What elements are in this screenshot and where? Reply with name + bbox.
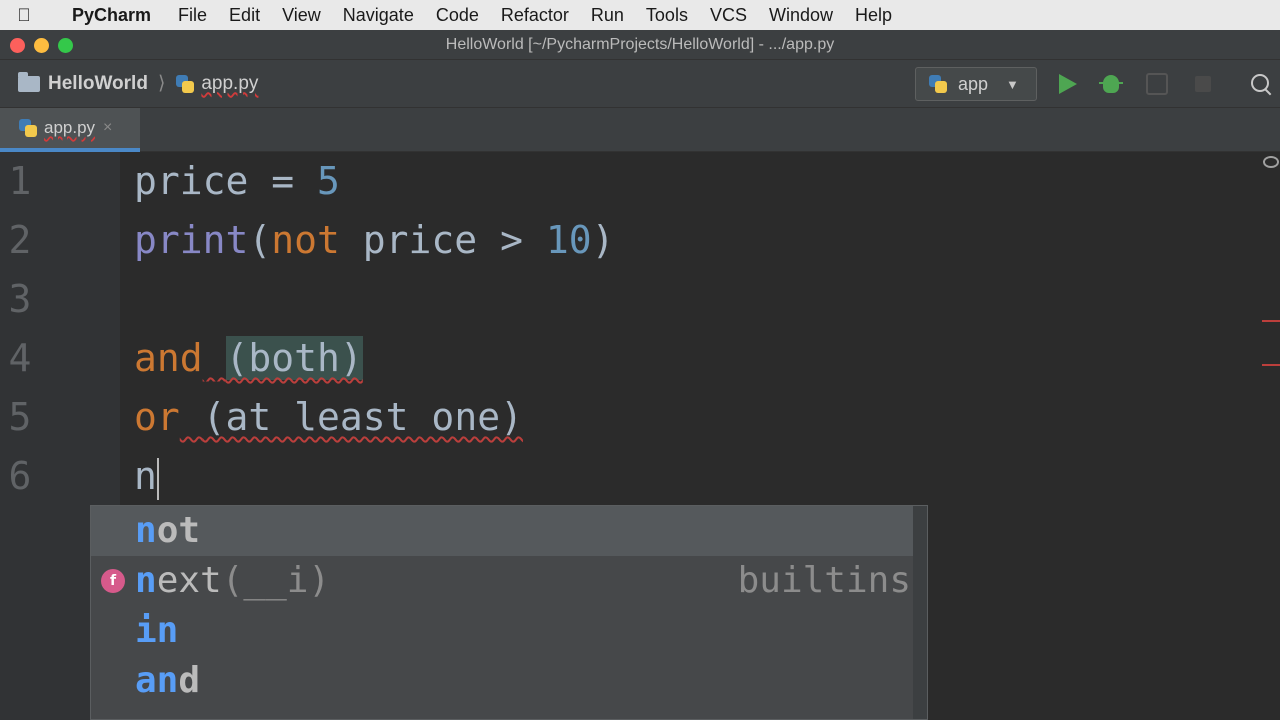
- window-title: HelloWorld [~/PycharmProjects/HelloWorld…: [445, 35, 835, 53]
- parenthesized-text: (both): [225, 336, 363, 380]
- menu-bar:  PyCharm File Edit View Navigate Code R…: [0, 0, 1280, 30]
- maximize-window-button[interactable]: [58, 38, 73, 53]
- error-space: [203, 336, 226, 380]
- number-literal: 10: [545, 218, 592, 262]
- text-cursor: [156, 457, 159, 500]
- typed-text: n: [134, 454, 157, 498]
- builtin-function: print: [134, 218, 249, 262]
- completion-item-selected[interactable]: not: [91, 506, 915, 556]
- line-number: 5: [8, 395, 32, 439]
- completion-label: not: [135, 510, 201, 551]
- menu-edit[interactable]: Edit: [229, 5, 260, 26]
- code-text: price = 5: [134, 152, 340, 211]
- code-line[interactable]: 2 print(not price > 10): [0, 211, 1280, 270]
- editor-tab-bar: app.py ×: [0, 108, 1280, 152]
- popup-scrollbar[interactable]: [913, 506, 927, 719]
- parenthesized-text: (at least one): [202, 395, 523, 439]
- python-file-icon: [18, 118, 38, 138]
- eye-icon[interactable]: [1263, 156, 1279, 168]
- error-stripe-marker[interactable]: [1262, 320, 1280, 322]
- line-number: 3: [8, 277, 32, 321]
- paren: ): [591, 218, 615, 262]
- tab-label: app.py: [44, 118, 96, 137]
- paren: (: [248, 218, 272, 262]
- menu-app-name[interactable]: PyCharm: [72, 5, 151, 26]
- minimize-window-button[interactable]: [34, 38, 49, 53]
- run-button[interactable]: [1056, 72, 1080, 96]
- menu-file[interactable]: File: [178, 5, 207, 26]
- run-configuration-select[interactable]: app ▼: [915, 67, 1037, 101]
- python-icon: [928, 74, 948, 94]
- menu-navigate[interactable]: Navigate: [343, 5, 414, 26]
- menu-run[interactable]: Run: [591, 5, 624, 26]
- function-icon: f: [101, 569, 125, 593]
- breadcrumb-project[interactable]: HelloWorld: [48, 73, 148, 95]
- line-number: 4: [8, 336, 32, 380]
- window-controls: [10, 38, 73, 53]
- identifier: price: [134, 159, 249, 203]
- menu-tools[interactable]: Tools: [646, 5, 688, 26]
- keyword: not: [271, 218, 340, 262]
- search-everywhere-button[interactable]: [1249, 72, 1273, 96]
- tab-app-py[interactable]: app.py ×: [0, 108, 140, 152]
- completion-item[interactable]: and: [91, 656, 915, 706]
- close-tab-icon[interactable]: ×: [103, 119, 112, 137]
- run-configuration-label: app: [958, 73, 989, 94]
- debug-button[interactable]: [1099, 72, 1123, 96]
- breadcrumb-file[interactable]: app.py: [201, 73, 258, 95]
- apple-logo-icon[interactable]: : [0, 5, 48, 26]
- line-number: 2: [8, 218, 32, 262]
- code-line[interactable]: 4 and (both): [0, 329, 1280, 388]
- code-text: n: [134, 447, 159, 506]
- expression: price >: [339, 218, 546, 262]
- menu-vcs[interactable]: VCS: [710, 5, 747, 26]
- menu-view[interactable]: View: [282, 5, 321, 26]
- completion-label: next(__i): [135, 560, 331, 601]
- navigation-bar: HelloWorld ⟩ app.py app ▼: [0, 60, 1280, 108]
- line-number: 6: [8, 454, 32, 498]
- completion-label: in: [135, 610, 179, 651]
- window-title-bar: HelloWorld [~/PycharmProjects/HelloWorld…: [0, 30, 1280, 60]
- completion-label: and: [135, 660, 201, 701]
- keyword: or: [134, 395, 180, 439]
- menu-code[interactable]: Code: [436, 5, 479, 26]
- operator: =: [248, 159, 318, 203]
- folder-icon: [18, 71, 40, 92]
- completion-item[interactable]: f next(__i) builtins: [91, 556, 915, 606]
- code-line-current[interactable]: 6 n: [0, 447, 1280, 506]
- line-number: 1: [8, 159, 32, 203]
- close-window-button[interactable]: [10, 38, 25, 53]
- code-text: print(not price > 10): [134, 211, 614, 270]
- menu-window[interactable]: Window: [769, 5, 833, 26]
- python-file-icon: [175, 74, 195, 94]
- completion-type: builtins: [737, 560, 911, 601]
- number-literal: 5: [317, 159, 340, 203]
- run-with-coverage-button[interactable]: [1145, 72, 1169, 96]
- chevron-down-icon: ▼: [1006, 76, 1019, 92]
- completion-item[interactable]: in: [91, 606, 915, 656]
- code-line[interactable]: 1 price = 5: [0, 152, 1280, 211]
- code-text: and (both): [134, 329, 363, 388]
- error-space: [180, 395, 203, 439]
- error-stripe-marker[interactable]: [1262, 364, 1280, 366]
- keyword: and: [134, 336, 203, 380]
- stop-button[interactable]: [1191, 72, 1215, 96]
- code-line[interactable]: 5 or (at least one): [0, 388, 1280, 447]
- code-line[interactable]: 3: [0, 270, 1280, 329]
- breadcrumb-separator-icon: ⟩: [157, 73, 166, 94]
- code-completion-popup: not f next(__i) builtins in and: [90, 505, 928, 720]
- menu-help[interactable]: Help: [855, 5, 892, 26]
- code-text: or (at least one): [134, 388, 523, 447]
- menu-refactor[interactable]: Refactor: [501, 5, 569, 26]
